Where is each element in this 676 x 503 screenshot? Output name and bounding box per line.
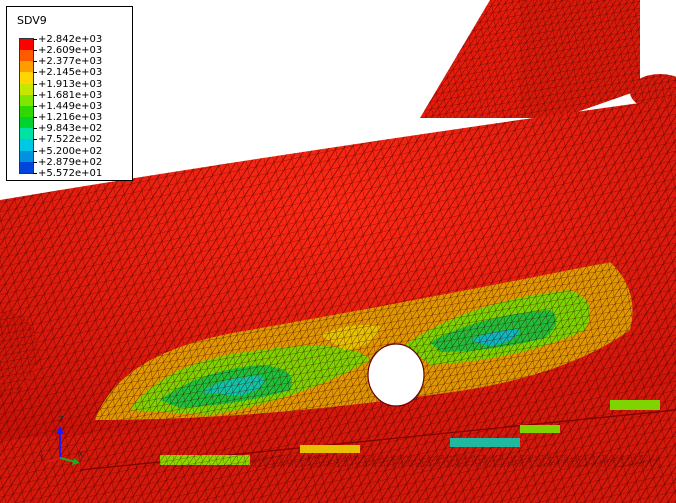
fin-part bbox=[420, 0, 676, 118]
legend-value: +7.522e+02 bbox=[32, 134, 103, 146]
legend-value: +9.843e+02 bbox=[32, 123, 103, 135]
z-axis-label: Z bbox=[58, 415, 64, 424]
legend-swatch bbox=[20, 50, 33, 62]
legend-swatch bbox=[20, 105, 33, 118]
legend-value: +1.216e+03 bbox=[32, 112, 103, 124]
legend-swatch bbox=[20, 94, 33, 106]
legend-value: +2.145e+03 bbox=[32, 67, 103, 79]
legend-swatch bbox=[20, 117, 33, 129]
x-axis-arrow-icon bbox=[72, 458, 80, 465]
legend-swatch bbox=[20, 128, 33, 140]
legend-value: +2.609e+03 bbox=[32, 45, 103, 57]
legend-value: +5.572e+01 bbox=[32, 167, 103, 179]
legend-value: +2.842e+03 bbox=[32, 34, 103, 45]
legend-value: +2.377e+03 bbox=[32, 56, 103, 68]
legend-value: +1.681e+03 bbox=[32, 89, 103, 101]
legend-value: +1.449e+03 bbox=[32, 100, 103, 112]
viewport-canvas[interactable]: SDV9 +2.842e+03 +2.609e+03 +2.377e+03 +2.14… bbox=[0, 0, 676, 503]
legend-swatch bbox=[20, 83, 33, 95]
contour-legend: SDV9 +2.842e+03 +2.609e+03 +2.377e+03 +2.14… bbox=[6, 6, 133, 181]
legend-color-bar bbox=[19, 38, 34, 174]
z-axis-arrow-icon bbox=[56, 426, 64, 434]
legend-swatch bbox=[20, 150, 33, 162]
legend-labels: +2.842e+03 +2.609e+03 +2.377e+03 +2.145e+03… bbox=[32, 34, 103, 179]
legend-swatch bbox=[20, 161, 33, 173]
legend-value: +1.913e+03 bbox=[32, 78, 103, 90]
bolt-hole bbox=[367, 343, 425, 407]
legend-value: +2.879e+02 bbox=[32, 156, 103, 168]
y-axis-label: Y bbox=[38, 453, 44, 462]
legend-title: SDV9 bbox=[17, 14, 47, 27]
legend-swatch bbox=[20, 39, 33, 51]
legend-swatch bbox=[20, 139, 33, 151]
legend-swatch bbox=[20, 72, 33, 84]
legend-swatch bbox=[20, 61, 33, 73]
legend-value: +5.200e+02 bbox=[32, 145, 103, 157]
y-axis-line bbox=[45, 457, 61, 463]
axis-triad: Z X Y bbox=[38, 415, 84, 465]
x-axis-label: X bbox=[78, 450, 84, 459]
